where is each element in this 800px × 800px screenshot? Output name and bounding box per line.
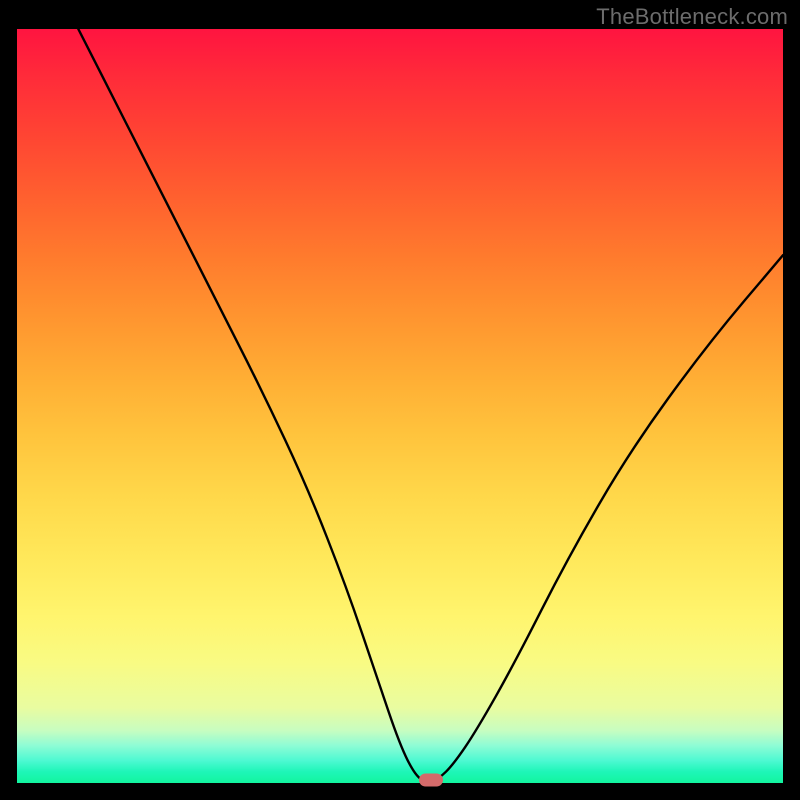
chart-frame: TheBottleneck.com <box>0 0 800 800</box>
minimum-marker <box>419 774 443 787</box>
bottleneck-curve <box>17 29 783 783</box>
plot-area <box>17 29 783 783</box>
watermark-text: TheBottleneck.com <box>596 4 788 30</box>
